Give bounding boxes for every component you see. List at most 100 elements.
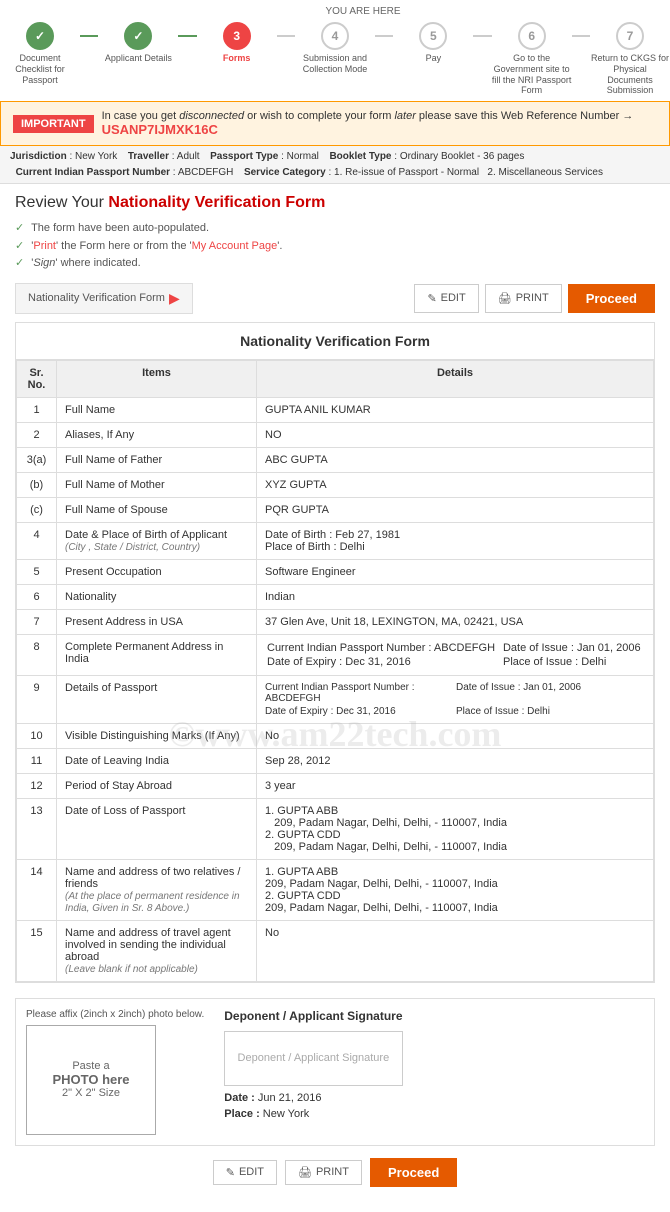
table-row: 8Complete Permanent Address in India Cur… [17, 634, 654, 675]
row-item: Full Name [57, 397, 257, 422]
signature-box[interactable]: Deponent / Applicant Signature [224, 1031, 402, 1086]
row-sr: (c) [17, 497, 57, 522]
row-sr: 2 [17, 422, 57, 447]
progress-bar: YOU ARE HERE ✓ Document Checklist for Pa… [0, 0, 670, 101]
table-row: 5Present OccupationSoftware Engineer [17, 559, 654, 584]
row-item: Full Name of Father [57, 447, 257, 472]
row-sr: 7 [17, 609, 57, 634]
table-row: 15Name and address of travel agent invol… [17, 920, 654, 981]
page-title-bold: Nationality Verification Form [108, 194, 325, 211]
step-7: 7 Return to CKGS for Physical Documents … [590, 22, 670, 96]
row-item: Visible Distinguishing Marks (If Any) [57, 723, 257, 748]
row-detail: 1. GUPTA ABB 209, Padam Nagar, Delhi, De… [257, 859, 654, 920]
step-6-label: Go to the Government site to fill the NR… [492, 53, 572, 96]
row-sr: 6 [17, 584, 57, 609]
row-detail: No [257, 723, 654, 748]
row-sr: 13 [17, 798, 57, 859]
steps-container: ✓ Document Checklist for Passport ✓ Appl… [0, 17, 670, 101]
row-detail: NO [257, 422, 654, 447]
connector-1 [80, 35, 98, 37]
connector-4 [375, 35, 393, 37]
checklist-item-1: ✓ The form have been auto-populated. [15, 220, 655, 238]
row-item: Period of Stay Abroad [57, 773, 257, 798]
row-detail: Sep 28, 2012 [257, 748, 654, 773]
row-item: Present Address in USA [57, 609, 257, 634]
proceed-button-top[interactable]: Proceed [568, 284, 655, 313]
form-wrapper: ©www.am22tech.com Nationality Verificati… [15, 322, 655, 1146]
row-detail: PQR GUPTA [257, 497, 654, 522]
my-account-link[interactable]: My Account Page [192, 240, 278, 252]
row-detail: Indian [257, 584, 654, 609]
row-item: Aliases, If Any [57, 422, 257, 447]
table-row: 14Name and address of two relatives / fr… [17, 859, 654, 920]
table-row: 4Date & Place of Birth of Applicant(City… [17, 522, 654, 559]
table-row: (b)Full Name of MotherXYZ GUPTA [17, 472, 654, 497]
row-item: Date of Leaving India [57, 748, 257, 773]
step-4-circle: 4 [321, 22, 349, 50]
edit-button-bottom[interactable]: ✎ EDIT [213, 1160, 277, 1185]
row-sr: 3(a) [17, 447, 57, 472]
row-detail: XYZ GUPTA [257, 472, 654, 497]
row-item: Date & Place of Birth of Applicant(City … [57, 522, 257, 559]
banner-text: In case you get disconnected or wish to … [102, 110, 657, 137]
step-3-label: Forms [223, 53, 251, 64]
form-tab-label: Nationality Verification Form [28, 292, 165, 304]
step-5: 5 Pay [393, 22, 473, 64]
print-link[interactable]: Print [33, 240, 56, 252]
table-row: 13Date of Loss of Passport 1. GUPTA ABB … [17, 798, 654, 859]
ref-number: USANP7IJMXK16C [102, 122, 218, 137]
row-detail: ABC GUPTA [257, 447, 654, 472]
proceed-button-bottom[interactable]: Proceed [370, 1158, 457, 1187]
passport-number-label: Current Indian Passport Number : ABCDEFG… [10, 167, 233, 178]
row-detail: 1. GUPTA ABB 209, Padam Nagar, Delhi, De… [257, 798, 654, 859]
row-sr: (b) [17, 472, 57, 497]
step-6: 6 Go to the Government site to fill the … [492, 22, 572, 96]
row-detail: 37 Glen Ave, Unit 18, LEXINGTON, MA, 024… [257, 609, 654, 634]
table-row: 10Visible Distinguishing Marks (If Any)N… [17, 723, 654, 748]
edit-button-top[interactable]: ✎ EDIT [414, 284, 478, 313]
print-button-bottom[interactable]: 🖨 PRINT [285, 1160, 362, 1185]
form-title: Nationality Verification Form [16, 323, 654, 360]
step-7-label: Return to CKGS for Physical Documents Su… [590, 53, 670, 96]
row-item: Present Occupation [57, 559, 257, 584]
actions-right: ✎ EDIT 🖨 PRINT Proceed [414, 284, 655, 313]
step-2-label: Applicant Details [105, 53, 172, 64]
nvf-table: Sr.No. Items Details 1Full NameGUPTA ANI… [16, 360, 654, 982]
step-3-circle: 3 [223, 22, 251, 50]
print-button-top[interactable]: 🖨 PRINT [485, 284, 562, 313]
row-sr: 9 [17, 675, 57, 723]
row-sr: 15 [17, 920, 57, 981]
table-row: 3(a)Full Name of FatherABC GUPTA [17, 447, 654, 472]
row-sr: 5 [17, 559, 57, 584]
checklist-item-2: ✓ 'Print' the Form here or from the 'My … [15, 238, 655, 256]
checklist: ✓ The form have been auto-populated. ✓ '… [15, 220, 655, 273]
table-row: 12Period of Stay Abroad3 year [17, 773, 654, 798]
row-detail: Current Indian Passport Number : ABCDEFG… [257, 634, 654, 675]
passport-type-label: Passport Type : Normal [205, 151, 319, 162]
booklet-type-label: Booklet Type : Ordinary Booklet - 36 pag… [324, 151, 524, 162]
step-7-circle: 7 [616, 22, 644, 50]
actions-bar-bottom: ✎ EDIT 🖨 PRINT Proceed [15, 1158, 655, 1187]
step-1-circle: ✓ [26, 22, 54, 50]
jurisdiction-label: Jurisdiction : New York [10, 151, 117, 162]
form-container: Nationality Verification Form Sr.No. Ite… [15, 322, 655, 983]
form-tab[interactable]: Nationality Verification Form ▶ [15, 283, 193, 314]
row-detail: No [257, 920, 654, 981]
step-5-circle: 5 [419, 22, 447, 50]
step-2: ✓ Applicant Details [98, 22, 178, 64]
row-sr: 12 [17, 773, 57, 798]
step-4-label: Submission and Collection Mode [295, 53, 375, 75]
signature-area-wrapper: Deponent / Applicant Signature Deponent … [224, 1009, 402, 1135]
edit-icon-bottom: ✎ [226, 1166, 235, 1179]
col-sr: Sr.No. [17, 360, 57, 397]
photo-area: Please affix (2inch x 2inch) photo below… [26, 1009, 204, 1135]
row-item: Nationality [57, 584, 257, 609]
connector-6 [572, 35, 590, 37]
row-sr: 8 [17, 634, 57, 675]
main-content: Review Your Nationality Verification For… [0, 184, 670, 1212]
info-bar: Jurisdiction : New York Traveller : Adul… [0, 146, 670, 184]
row-item: Full Name of Spouse [57, 497, 257, 522]
photo-box: Paste a PHOTO here 2" X 2" Size [26, 1025, 156, 1135]
signature-section-label: Deponent / Applicant Signature [224, 1009, 402, 1023]
row-sr: 10 [17, 723, 57, 748]
